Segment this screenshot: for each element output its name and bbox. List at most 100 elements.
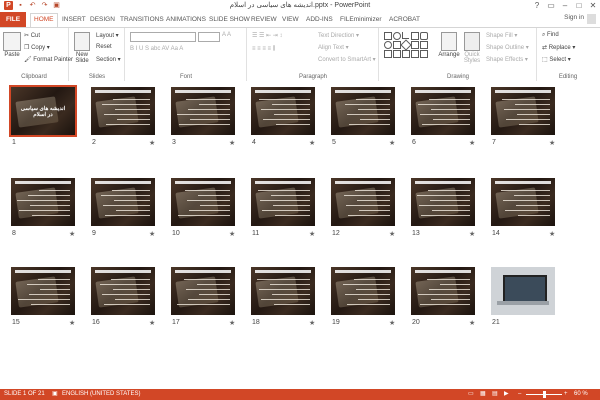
slide-thumbnail[interactable]	[91, 267, 155, 315]
layout-button[interactable]: Layout ▾	[96, 32, 119, 39]
slide-thumbnail[interactable]	[331, 87, 395, 135]
arrow-shape-icon[interactable]	[411, 32, 419, 40]
select-button[interactable]: ⬚ Select ▾	[542, 56, 571, 63]
tab-insert[interactable]: INSERT	[62, 14, 86, 26]
tab-design[interactable]: DESIGN	[90, 14, 115, 26]
curve-shape-icon[interactable]	[420, 41, 428, 49]
tab-transitions[interactable]: TRANSITIONS	[120, 14, 164, 26]
brace-shape-icon[interactable]	[384, 50, 392, 58]
replace-button[interactable]: ⇄ Replace ▾	[542, 44, 575, 51]
slide-thumbnail[interactable]	[171, 87, 235, 135]
shape-outline-button[interactable]: Shape Outline ▾	[486, 44, 529, 51]
tab-view[interactable]: VIEW	[282, 14, 299, 26]
reading-view-icon[interactable]: ▤	[492, 389, 498, 400]
font-style-buttons[interactable]: B I U S abc AV Aa A	[130, 46, 183, 52]
quick-styles-button[interactable]: Quick Styles	[462, 32, 482, 64]
tab-review[interactable]: REVIEW	[251, 14, 277, 26]
slide-thumbnail[interactable]	[411, 178, 475, 226]
normal-view-icon[interactable]: ▭	[468, 389, 474, 400]
help-icon[interactable]: ?	[530, 0, 544, 12]
replace-label: Replace	[548, 45, 571, 51]
tab-animations[interactable]: ANIMATIONS	[166, 14, 206, 26]
slide-text-line	[263, 119, 310, 121]
slide-thumbnail[interactable]	[11, 178, 75, 226]
slide-thumbnail[interactable]	[171, 178, 235, 226]
star-shape-icon[interactable]	[393, 50, 401, 58]
circle-shape-icon[interactable]	[384, 41, 392, 49]
align-buttons[interactable]: ≡ ≡ ≡ ≡ ⫼	[252, 46, 275, 53]
quick-styles-icon	[464, 32, 480, 51]
shape-effects-button[interactable]: Shape Effects ▾	[486, 56, 528, 63]
close-icon[interactable]: ✕	[586, 0, 600, 12]
reset-button[interactable]: Reset	[96, 44, 112, 50]
cut-button[interactable]: ✂ Cut	[24, 32, 40, 39]
slide-thumbnail[interactable]	[491, 178, 555, 226]
slide-thumbnail[interactable]	[251, 178, 315, 226]
spell-check-icon[interactable]: ▣	[52, 389, 58, 400]
animation-star-icon: ★	[469, 140, 476, 147]
rounded-rectangle-shape-icon[interactable]	[420, 32, 428, 40]
zoom-level[interactable]: 60 %	[574, 389, 588, 400]
slide-thumbnail[interactable]	[331, 267, 395, 315]
slide-thumbnail[interactable]	[251, 267, 315, 315]
slide-sorter-view-icon[interactable]: ▦	[480, 389, 486, 400]
list-buttons[interactable]: ☰ ☰ ⇤ ⇥ ↕	[252, 32, 282, 39]
slide-thumbnail[interactable]	[411, 87, 475, 135]
text-direction-button[interactable]: Text Direction ▾	[318, 32, 359, 39]
triangle-shape-icon[interactable]	[411, 41, 419, 49]
copy-button[interactable]: ❐ Copy ▾	[24, 44, 50, 51]
tab-fileminimizer[interactable]: FILEminimizer	[340, 14, 382, 26]
arrange-button[interactable]: Arrange	[438, 32, 460, 58]
slide-thumbnail[interactable]	[251, 87, 315, 135]
slide-thumbnail[interactable]	[331, 178, 395, 226]
slide-text-line	[419, 205, 470, 207]
slide-title-placeholder	[255, 270, 311, 273]
paste-button[interactable]: Paste	[2, 32, 22, 58]
slide-thumbnail[interactable]	[491, 87, 555, 135]
slide-thumbnail[interactable]	[11, 267, 75, 315]
tab-acrobat[interactable]: ACROBAT	[389, 14, 420, 26]
slide-number: 13	[412, 230, 420, 237]
grow-shrink-font-buttons[interactable]: A A	[222, 32, 231, 38]
block-arrow-shape-icon[interactable]	[411, 50, 419, 58]
animation-star-icon: ★	[309, 320, 316, 327]
slide-thumbnail[interactable]	[91, 87, 155, 135]
slide-thumbnail[interactable]	[491, 267, 555, 315]
tab-slide-show[interactable]: SLIDE SHOW	[209, 14, 250, 26]
slide-thumbnail[interactable]	[171, 267, 235, 315]
rectangle-shape-icon[interactable]	[384, 32, 392, 40]
language-indicator[interactable]: ENGLISH (UNITED STATES)	[62, 389, 140, 400]
zoom-out-icon[interactable]: –	[518, 389, 521, 400]
shape-fill-button[interactable]: Shape Fill ▾	[486, 32, 517, 39]
tab-add-ins[interactable]: ADD-INS	[306, 14, 333, 26]
slide-thumbnail[interactable]	[91, 178, 155, 226]
format-painter-button[interactable]: 🖌 Format Painter	[24, 56, 73, 63]
ribbon-display-options-icon[interactable]: ▭	[544, 0, 558, 12]
tab-file[interactable]: FILE	[0, 12, 26, 27]
tab-home[interactable]: HOME	[30, 13, 58, 28]
find-button[interactable]: ⌕ Find	[542, 32, 559, 39]
section-button[interactable]: Section ▾	[96, 56, 121, 63]
sign-in-link[interactable]: Sign in	[564, 14, 584, 21]
slide-text-line	[357, 200, 390, 202]
oval-shape-icon[interactable]	[393, 32, 401, 40]
slide-text-line	[199, 294, 230, 296]
align-text-button[interactable]: Align Text ▾	[318, 44, 349, 51]
slideshow-view-icon[interactable]: ▶	[504, 389, 509, 400]
convert-smartart-button[interactable]: Convert to SmartArt ▾	[318, 56, 376, 63]
callout-shape-icon[interactable]	[402, 50, 410, 58]
slide-thumbnail[interactable]: اندیشه های سیاسی در اسلام	[9, 85, 77, 137]
font-name-field[interactable]	[130, 32, 196, 42]
zoom-slider-thumb[interactable]	[543, 391, 546, 398]
font-size-field[interactable]	[198, 32, 220, 42]
more-shapes-icon[interactable]	[420, 50, 428, 58]
maximize-icon[interactable]: □	[572, 0, 586, 12]
diamond-shape-icon[interactable]	[400, 39, 412, 51]
account-avatar[interactable]	[587, 14, 596, 24]
zoom-in-icon[interactable]: +	[564, 389, 568, 400]
new-slide-button[interactable]: New Slide	[72, 32, 92, 64]
slide-thumbnail[interactable]	[411, 267, 475, 315]
minimize-icon[interactable]: –	[558, 0, 572, 12]
slide-text-line	[259, 289, 310, 291]
slide-text-line	[440, 284, 470, 286]
